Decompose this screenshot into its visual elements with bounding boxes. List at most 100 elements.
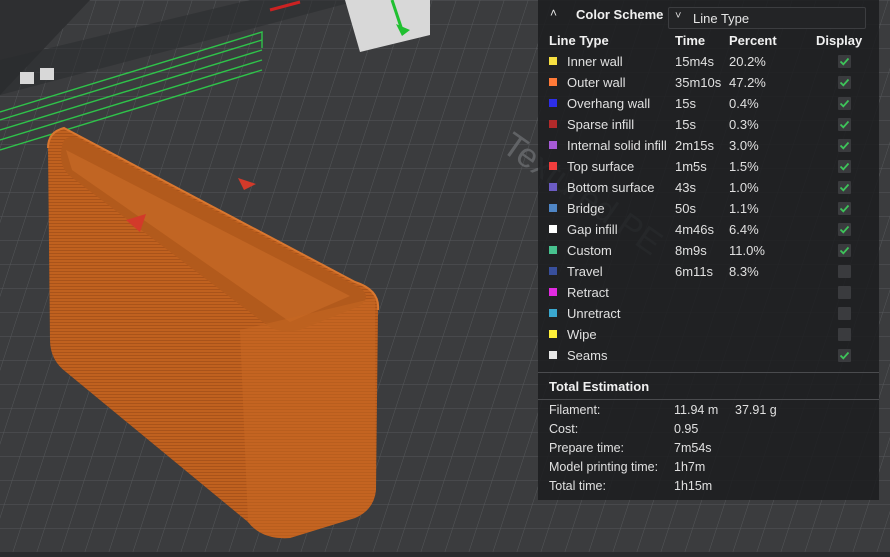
column-header-display: Display: [816, 33, 863, 48]
line-type-row: Inner wall 15m4s 20.2%: [538, 52, 879, 73]
model-printing-time-value: 1h7m: [674, 460, 706, 474]
color-scheme-select[interactable]: ˅ Line Type: [668, 7, 866, 29]
display-checkbox[interactable]: [838, 76, 851, 89]
model-printing-time-label: Model printing time:: [549, 460, 659, 474]
checkmark-icon: [839, 120, 850, 129]
color-swatch: [549, 141, 557, 149]
checkmark-icon: [839, 78, 850, 87]
color-swatch: [549, 246, 557, 254]
line-type-label: Unretract: [567, 306, 621, 321]
line-type-label: Top surface: [567, 159, 635, 174]
color-swatch: [549, 267, 557, 275]
line-type-percent: 0.3%: [729, 117, 759, 132]
line-type-row: Gap infill 4m46s 6.4%: [538, 220, 879, 241]
color-swatch: [549, 120, 557, 128]
divider: [538, 372, 879, 373]
color-swatch: [549, 99, 557, 107]
line-type-label: Internal solid infill: [567, 138, 667, 153]
summary-row-filament: Filament: 11.94 m 37.91 g: [538, 402, 879, 421]
line-type-time: 1m5s: [675, 159, 707, 174]
checkmark-icon: [839, 141, 850, 150]
filament-weight: 37.91 g: [735, 403, 777, 417]
chevron-down-icon: ˅: [675, 10, 682, 22]
total-time-value: 1h15m: [674, 479, 713, 493]
prepare-time-label: Prepare time:: [549, 441, 625, 455]
summary-row-model: Model printing time: 1h7m: [538, 459, 879, 478]
display-checkbox[interactable]: [838, 181, 851, 194]
line-type-label: Bridge: [567, 201, 605, 216]
display-checkbox[interactable]: [838, 223, 851, 236]
display-checkbox[interactable]: [838, 202, 851, 215]
checkmark-icon: [839, 162, 850, 171]
line-type-percent: 1.1%: [729, 201, 759, 216]
display-checkbox[interactable]: [838, 97, 851, 110]
display-checkbox[interactable]: [838, 349, 851, 362]
line-type-row: Unretract: [538, 304, 879, 325]
checkmark-icon: [839, 225, 850, 234]
line-type-percent: 6.4%: [729, 222, 759, 237]
line-type-label: Sparse infill: [567, 117, 635, 132]
cost-label: Cost:: [549, 422, 579, 436]
panel-header: ˄ Color Scheme ˅ Line Type: [538, 0, 879, 30]
prepare-time-value: 7m54s: [674, 441, 712, 455]
line-type-label: Seams: [567, 348, 608, 363]
line-type-time: 2m15s: [675, 138, 715, 153]
line-type-time: 8m9s: [675, 243, 707, 258]
color-swatch: [549, 309, 557, 317]
cost-value: 0.95: [674, 422, 699, 436]
checkmark-icon: [839, 204, 850, 213]
display-checkbox[interactable]: [838, 160, 851, 173]
line-type-row: Overhang wall 15s 0.4%: [538, 94, 879, 115]
line-type-percent: 0.4%: [729, 96, 759, 111]
color-scheme-panel: ˄ Color Scheme ˅ Line Type Line Type Tim…: [538, 0, 879, 500]
line-type-row: Wipe: [538, 325, 879, 346]
bed-logo-icon: [20, 72, 34, 84]
display-checkbox[interactable]: [838, 307, 851, 320]
color-swatch: [549, 204, 557, 212]
display-checkbox[interactable]: [838, 286, 851, 299]
divider: [538, 399, 879, 400]
line-type-time: 6m11s: [675, 264, 714, 279]
collapse-chevron-icon[interactable]: ˄: [550, 6, 557, 20]
line-type-label: Inner wall: [567, 54, 623, 69]
summary-row-cost: Cost: 0.95: [538, 421, 879, 440]
line-type-row: Retract: [538, 283, 879, 304]
color-swatch: [549, 351, 557, 359]
line-type-row: Outer wall 35m10s 47.2%: [538, 73, 879, 94]
line-type-time: 43s: [675, 180, 696, 195]
checkmark-icon: [839, 351, 850, 360]
line-type-time: 50s: [675, 201, 696, 216]
color-swatch: [549, 183, 557, 191]
color-swatch: [549, 288, 557, 296]
summary-row-total: Total time: 1h15m: [538, 478, 879, 497]
display-checkbox[interactable]: [838, 55, 851, 68]
line-type-time: 15m4s: [675, 54, 715, 69]
total-estimation-title: Total Estimation: [549, 379, 650, 394]
filament-length: 11.94 m: [674, 403, 719, 417]
display-checkbox[interactable]: [838, 265, 851, 278]
line-type-row: Travel 6m11s 8.3%: [538, 262, 879, 283]
line-type-label: Outer wall: [567, 75, 626, 90]
display-checkbox[interactable]: [838, 139, 851, 152]
line-type-percent: 3.0%: [729, 138, 759, 153]
line-type-time: 35m10s: [675, 75, 722, 90]
summary-row-prepare: Prepare time: 7m54s: [538, 440, 879, 459]
line-type-percent: 1.5%: [729, 159, 759, 174]
display-checkbox[interactable]: [838, 244, 851, 257]
display-checkbox[interactable]: [838, 328, 851, 341]
color-swatch: [549, 330, 557, 338]
color-swatch: [549, 225, 557, 233]
display-checkbox[interactable]: [838, 118, 851, 131]
line-type-row: Top surface 1m5s 1.5%: [538, 157, 879, 178]
line-type-label: Bottom surface: [567, 180, 655, 195]
line-type-row: Bridge 50s 1.1%: [538, 199, 879, 220]
line-type-percent: 11.0%: [729, 243, 765, 258]
line-type-percent: 47.2%: [729, 75, 766, 90]
line-type-percent: 1.0%: [729, 180, 759, 195]
line-type-row: Sparse infill 15s 0.3%: [538, 115, 879, 136]
checkmark-icon: [839, 99, 850, 108]
color-swatch: [549, 57, 557, 65]
line-type-label: Wipe: [567, 327, 597, 342]
line-type-percent: 20.2%: [729, 54, 766, 69]
total-time-label: Total time:: [549, 479, 606, 493]
